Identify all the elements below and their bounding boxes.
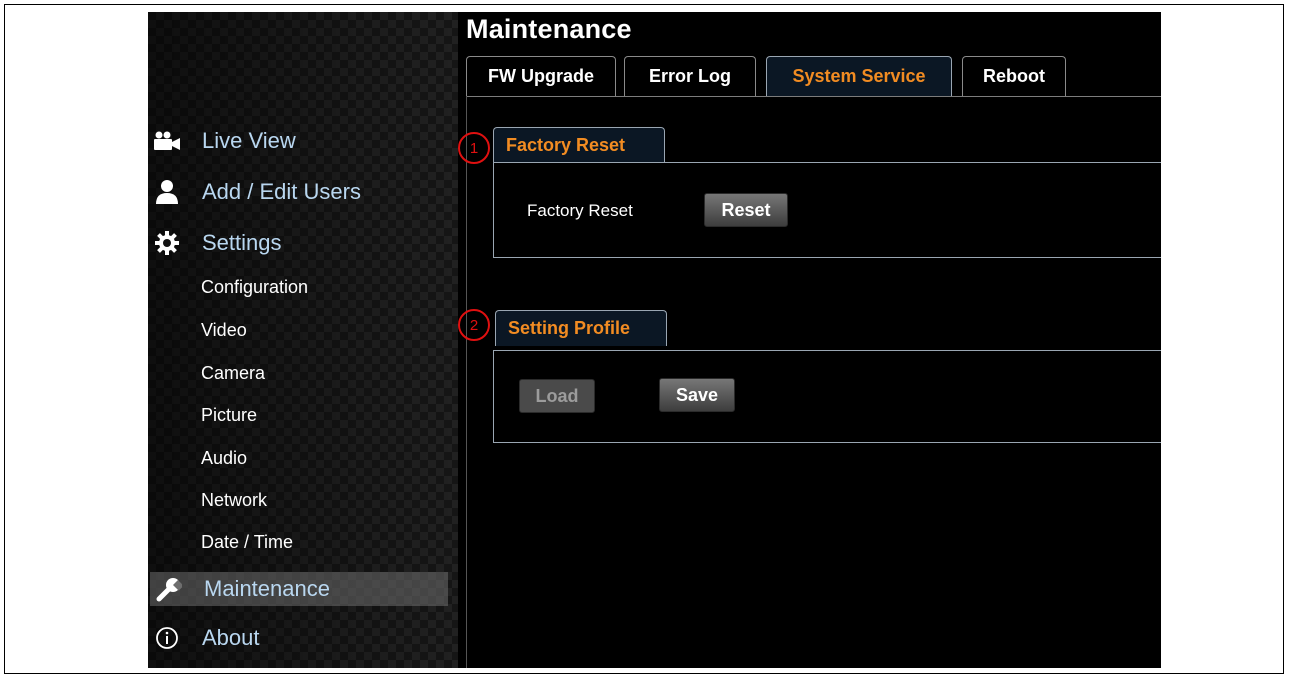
- reset-button[interactable]: Reset: [704, 193, 788, 227]
- info-icon: [152, 623, 182, 653]
- annotation-badge-2: 2: [458, 309, 490, 341]
- sidebar: [148, 12, 458, 668]
- content-left-border: [466, 96, 467, 668]
- nav-about[interactable]: About: [148, 621, 448, 655]
- tab-reboot[interactable]: Reboot: [962, 56, 1066, 96]
- nav-network[interactable]: Network: [201, 490, 267, 511]
- nav-live-view-label: Live View: [202, 128, 296, 153]
- nav-configuration[interactable]: Configuration: [201, 277, 308, 298]
- tab-underline: [466, 96, 1161, 97]
- nav-camera[interactable]: Camera: [201, 363, 265, 384]
- nav-audio[interactable]: Audio: [201, 448, 247, 469]
- page-title: Maintenance: [466, 14, 632, 44]
- user-icon: [152, 177, 182, 207]
- nav-maintenance-label: Maintenance: [204, 576, 330, 601]
- nav-date-time[interactable]: Date / Time: [201, 532, 293, 553]
- tab-system-service[interactable]: System Service: [766, 56, 952, 96]
- video-camera-icon: [152, 126, 182, 156]
- app-window: Live View Add / Edit Users Settings Conf…: [148, 12, 1161, 668]
- gear-icon: [152, 228, 182, 258]
- nav-add-edit-users-label: Add / Edit Users: [202, 179, 361, 204]
- load-button[interactable]: Load: [519, 379, 595, 413]
- tab-fw-upgrade[interactable]: FW Upgrade: [466, 56, 616, 96]
- annotation-badge-1: 1: [458, 132, 490, 164]
- nav-picture[interactable]: Picture: [201, 405, 257, 426]
- nav-settings[interactable]: Settings: [148, 226, 448, 260]
- nav-about-label: About: [202, 625, 260, 650]
- nav-add-edit-users[interactable]: Add / Edit Users: [148, 175, 448, 209]
- nav-maintenance[interactable]: Maintenance: [150, 572, 448, 606]
- section-tab-setting-profile: Setting Profile: [495, 310, 667, 346]
- nav-settings-label: Settings: [202, 230, 282, 255]
- factory-reset-label: Factory Reset: [527, 201, 633, 220]
- section-tab-factory-reset: Factory Reset: [493, 127, 665, 163]
- wrench-icon: [154, 574, 184, 604]
- nav-video[interactable]: Video: [201, 320, 247, 341]
- save-button[interactable]: Save: [659, 378, 735, 412]
- tab-error-log[interactable]: Error Log: [624, 56, 756, 96]
- nav-live-view[interactable]: Live View: [148, 124, 448, 158]
